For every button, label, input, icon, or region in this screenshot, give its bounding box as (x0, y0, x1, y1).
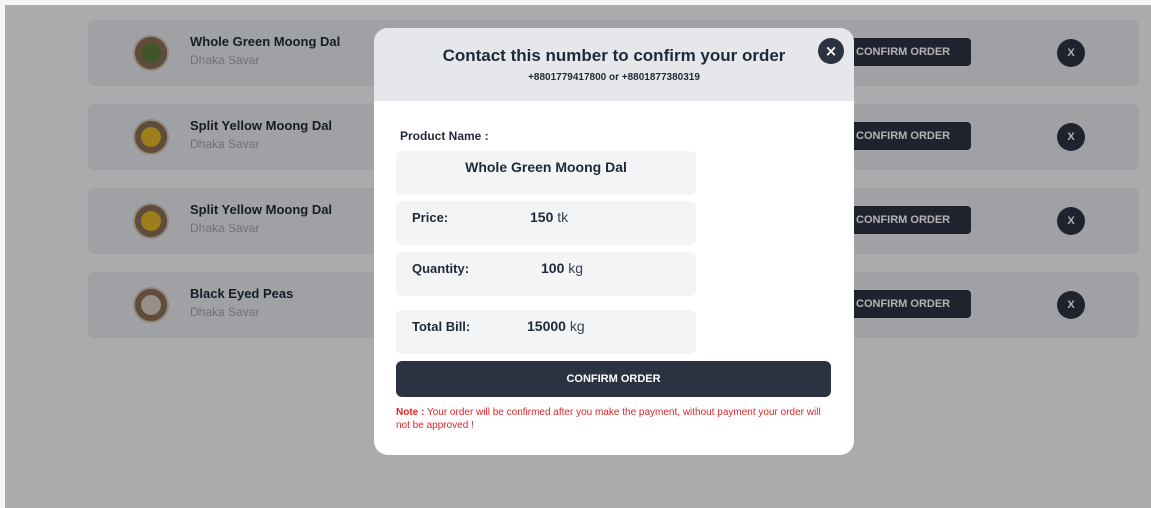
payment-note: Note : Your order will be confirmed afte… (396, 406, 836, 432)
total-bill-unit: kg (569, 318, 585, 334)
note-text: Your order will be confirmed after you m… (396, 407, 821, 431)
quantity-value: 100 kg (541, 260, 584, 276)
note-label: Note : (396, 407, 425, 418)
product-name-value: Whole Green Moong Dal (465, 159, 627, 175)
price-unit: tk (557, 209, 569, 225)
modal-header: Contact this number to confirm your orde… (374, 28, 854, 101)
total-bill-value: 15000 kg (527, 318, 585, 334)
confirm-order-modal: Contact this number to confirm your orde… (374, 28, 854, 455)
product-name-label: Product Name : (400, 129, 489, 143)
product-name-box: Whole Green Moong Dal (396, 151, 696, 195)
modal-title: Contact this number to confirm your orde… (442, 46, 786, 65)
quantity-label: Quantity: (412, 261, 470, 276)
total-bill-box: Total Bill: 15000 kg (396, 310, 696, 354)
contact-phone-numbers: +8801779417800 or +8801877380319 (528, 72, 700, 83)
price-value: 150 tk (530, 209, 569, 225)
price-box: Price: 150 tk (396, 201, 696, 245)
close-icon[interactable]: × (818, 38, 844, 64)
total-bill-label: Total Bill: (412, 319, 471, 334)
quantity-unit: kg (568, 260, 584, 276)
price-label: Price: (412, 210, 449, 225)
quantity-box: Quantity: 100 kg (396, 252, 696, 296)
modal-confirm-order-button[interactable]: CONFIRM ORDER (396, 361, 831, 397)
